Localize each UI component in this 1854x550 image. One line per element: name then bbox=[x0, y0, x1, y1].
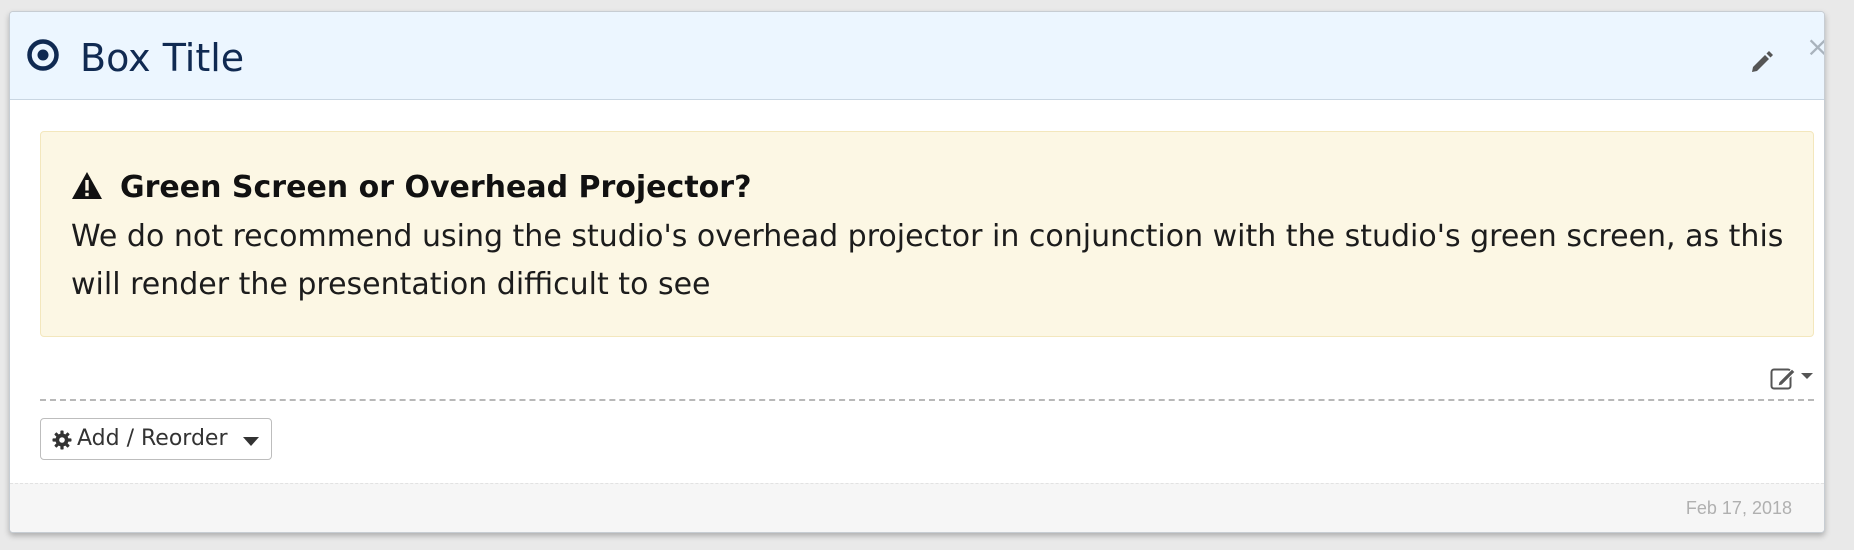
alert-title: Green Screen or Overhead Projector? bbox=[120, 170, 752, 205]
caret-down-icon bbox=[1801, 373, 1813, 379]
alert-body: We do not recommend using the studio's o… bbox=[71, 219, 1784, 302]
box-title: Box Title bbox=[80, 36, 245, 80]
warning-icon bbox=[72, 172, 102, 199]
box-header: Box Title × bbox=[10, 12, 1824, 100]
block-edit-menu[interactable] bbox=[1770, 364, 1825, 392]
gear-icon bbox=[52, 430, 72, 450]
pencil-icon[interactable] bbox=[1750, 48, 1776, 74]
warning-alert: Green Screen or Overhead Projector? We d… bbox=[40, 131, 1814, 337]
dot-circle-icon bbox=[27, 39, 59, 71]
add-reorder-label: Add / Reorder bbox=[77, 426, 228, 451]
edit-square-icon bbox=[1770, 368, 1796, 390]
footer-date: Feb 17, 2018 bbox=[1685, 498, 1792, 518]
box-footer: Feb 17, 2018 bbox=[10, 483, 1824, 532]
add-reorder-button[interactable]: Add / Reorder bbox=[40, 418, 272, 460]
content-box: Box Title × Green Screen or Overhead Pro… bbox=[9, 11, 1825, 533]
close-icon[interactable]: × bbox=[1806, 33, 1824, 61]
section-divider bbox=[40, 399, 1814, 401]
caret-down-icon bbox=[243, 437, 259, 446]
